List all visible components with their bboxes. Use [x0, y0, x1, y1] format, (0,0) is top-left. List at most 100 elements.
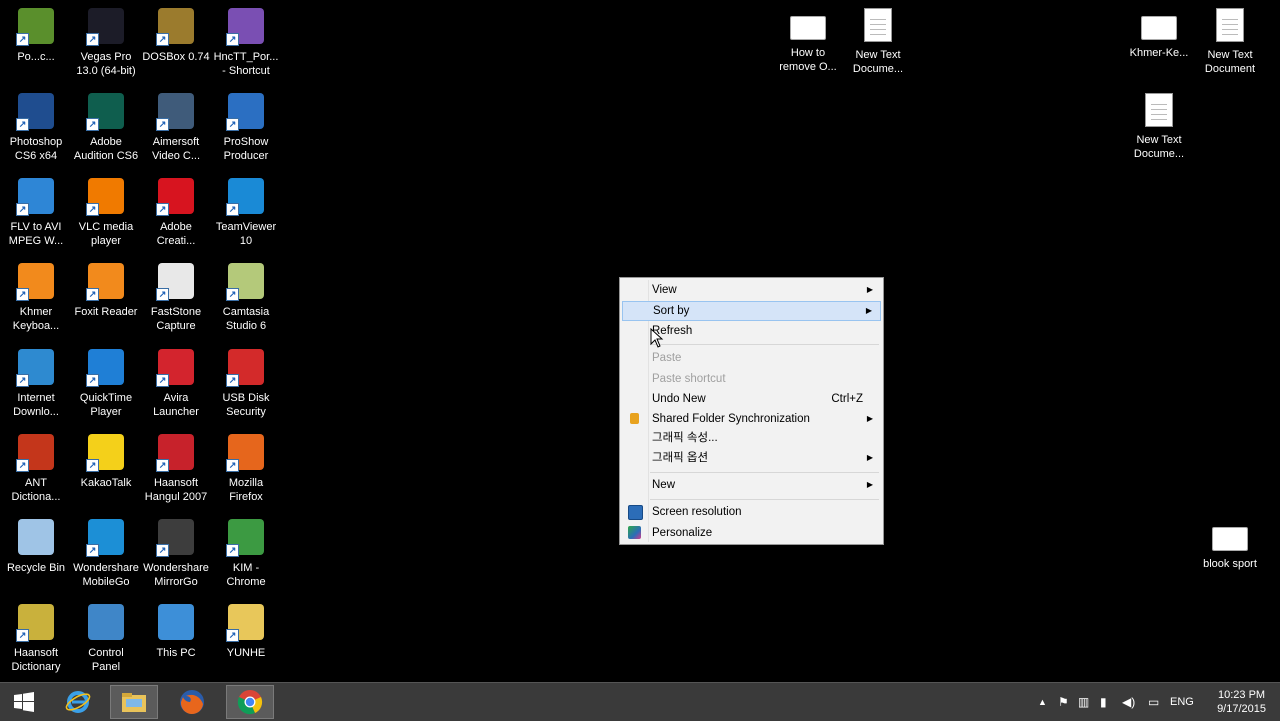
desktop-icon[interactable]: This PC [140, 600, 212, 682]
desktop-icon[interactable]: ↗ Camtasia Studio 6 [210, 259, 282, 341]
shortcut-arrow-icon: ↗ [86, 118, 99, 131]
desktop-icon[interactable]: ↗ ANT Dictiona... [0, 430, 72, 512]
menu-item-personalize[interactable]: Personalize [622, 523, 881, 543]
desktop-icon-label: ProShow Producer [223, 136, 269, 162]
hangul-icon: ↗ [156, 434, 194, 472]
desktop-icon[interactable]: ↗ Internet Downlo... [0, 345, 72, 427]
desktop-icon[interactable]: blook sport [1194, 515, 1266, 597]
clock[interactable]: 10:23 PM 9/17/2015 [1217, 688, 1266, 716]
menu-item-screen-resolution[interactable]: Screen resolution [622, 502, 881, 522]
display-icon[interactable]: ▭ [1148, 695, 1159, 709]
submenu-arrow-icon: ▶ [866, 480, 873, 489]
usb-security-icon: ↗ [226, 349, 264, 387]
desktop-icon-label: Vegas Pro 13.0 (64-bit) [76, 51, 136, 77]
desktop-icon[interactable]: ↗ VLC media player [70, 174, 142, 256]
start-icon [14, 692, 34, 712]
desktop-icon[interactable]: ↗ YUNHE [210, 600, 282, 682]
volume-icon[interactable]: ◀) [1122, 695, 1135, 709]
menu-item-undo-new[interactable]: Undo New Ctrl+Z [622, 389, 881, 409]
text-document-icon [1145, 93, 1173, 127]
desktop-icon[interactable]: ↗ Photoshop CS6 x64 [0, 89, 72, 171]
desktop-icon-label: FLV to AVI MPEG W... [8, 221, 64, 247]
menu-item-graphics-options[interactable]: 그래픽 옵션 ▶ [622, 448, 881, 468]
desktop-icon[interactable]: New Text Document [1194, 4, 1266, 86]
desktop-icon-label: QuickTime Player [79, 392, 133, 418]
desktop-icon[interactable]: ↗ FLV to AVI MPEG W... [0, 174, 72, 256]
mouse-pointer-icon [650, 328, 664, 348]
desktop-icon-label: Aimersoft Video C... [151, 136, 201, 162]
desktop-icon[interactable]: ↗ FastStone Capture [140, 259, 212, 341]
desktop-icon[interactable]: ↗ Haansoft Hangul 2007 [140, 430, 212, 512]
submenu-arrow-icon: ▶ [865, 306, 872, 315]
battery-icon[interactable]: ▮ [1100, 695, 1107, 709]
desktop-icon[interactable]: ↗ USB Disk Security [210, 345, 282, 427]
taskbar-chrome[interactable] [226, 685, 274, 719]
desktop-icon[interactable]: ↗ Mozilla Firefox [210, 430, 282, 512]
desktop-icon[interactable]: ↗ QuickTime Player [70, 345, 142, 427]
desktop-icon[interactable]: ↗ Avira Launcher [140, 345, 212, 427]
desktop-icon[interactable]: Control Panel [70, 600, 142, 682]
menu-item-graphics-properties[interactable]: 그래픽 속성... [622, 428, 881, 448]
submenu-arrow-icon: ▶ [866, 414, 873, 423]
menu-separator [650, 344, 879, 345]
avira-icon: ↗ [156, 349, 194, 387]
aimersoft-icon: ↗ [156, 93, 194, 131]
sync-icon [630, 413, 639, 424]
system-tray: ▲ ⚑ ▥ ▮ ◀) ▭ ENG 10:23 PM 9/17/2015 [1020, 683, 1280, 721]
menu-item-label: Paste [652, 352, 682, 364]
desktop-icon-label: VLC media player [78, 221, 134, 247]
desktop-icon[interactable]: ↗ Vegas Pro 13.0 (64-bit) [70, 4, 142, 86]
shortcut-arrow-icon: ↗ [86, 288, 99, 301]
desktop-icon[interactable]: ↗ KakaoTalk [70, 430, 142, 512]
desktop-icon[interactable]: ↗ ProShow Producer [210, 89, 282, 171]
desktop-icon[interactable]: New Text Docume... [842, 4, 914, 86]
desktop-icon[interactable]: ↗ Adobe Creati... [140, 174, 212, 256]
desktop-icon[interactable]: ↗ Khmer Keyboa... [0, 259, 72, 341]
desktop-icon[interactable]: How to remove O... [772, 4, 844, 86]
desktop-icon-label: Haansoft Hangul 2007 [144, 477, 208, 503]
taskbar-firefox[interactable] [168, 685, 216, 719]
shortcut-arrow-icon: ↗ [156, 288, 169, 301]
taskbar-file-explorer[interactable] [110, 685, 158, 719]
menu-item-view[interactable]: View ▶ [622, 280, 881, 300]
shortcut-arrow-icon: ↗ [226, 459, 239, 472]
menu-item-sort-by[interactable]: Sort by ▶ [622, 301, 881, 321]
desktop-icon[interactable]: ↗ Po...c... [0, 4, 72, 86]
shortcut-arrow-icon: ↗ [16, 459, 29, 472]
action-center-flag-icon[interactable]: ⚑ [1058, 695, 1069, 709]
desktop-icon[interactable]: ↗ KIM - Chrome [210, 515, 282, 597]
network-icon[interactable]: ▥ [1078, 695, 1089, 709]
language-indicator[interactable]: ENG [1170, 696, 1194, 708]
ant-dictionary-icon: ↗ [16, 434, 54, 472]
desktop-icon[interactable]: Recycle Bin [0, 515, 72, 597]
desktop-icon-label: Internet Downlo... [13, 392, 59, 418]
shortcut-arrow-icon: ↗ [156, 118, 169, 131]
menu-item-new[interactable]: New ▶ [622, 475, 881, 495]
desktop-icon[interactable]: Khmer-Ke... [1123, 4, 1195, 86]
desktop-icon[interactable]: ↗ Haansoft Dictionary [0, 600, 72, 682]
desktop-icon[interactable]: ↗ Wondershare MirrorGo [140, 515, 212, 597]
desktop-icon[interactable]: ↗ Wondershare MobileGo [70, 515, 142, 597]
desktop-icon[interactable]: ↗ Aimersoft Video C... [140, 89, 212, 171]
desktop-icon-label: Camtasia Studio 6 [222, 306, 270, 332]
desktop-icon[interactable]: ↗ HncTT_Por... - Shortcut [210, 4, 282, 86]
chrome-icon [237, 690, 263, 715]
desktop-icon[interactable]: ↗ TeamViewer 10 [210, 174, 282, 256]
desktop-icon[interactable]: New Text Docume... [1123, 89, 1195, 171]
menu-item-shared-folder-sync[interactable]: Shared Folder Synchronization ▶ [622, 409, 881, 429]
desktop-icon-label: New Text Docume... [1133, 134, 1185, 160]
hnctt-icon: ↗ [226, 8, 264, 46]
show-hidden-icons-icon[interactable]: ▲ [1038, 697, 1047, 707]
desktop-icon-label: blook sport [1203, 558, 1257, 570]
menu-item-label: View [652, 284, 677, 296]
desktop-icon[interactable]: ↗ Adobe Audition CS6 [70, 89, 142, 171]
menu-item-paste[interactable]: Paste [622, 348, 881, 368]
taskbar-internet-explorer[interactable] [54, 685, 102, 719]
shortcut-arrow-icon: ↗ [226, 118, 239, 131]
desktop-icon[interactable]: ↗ DOSBox 0.74 [140, 4, 212, 86]
menu-item-paste-shortcut[interactable]: Paste shortcut [622, 369, 881, 389]
desktop-icon[interactable]: ↗ Foxit Reader [70, 259, 142, 341]
shortcut-arrow-icon: ↗ [156, 33, 169, 46]
start-button[interactable] [0, 685, 48, 719]
shortcut-arrow-icon: ↗ [156, 203, 169, 216]
